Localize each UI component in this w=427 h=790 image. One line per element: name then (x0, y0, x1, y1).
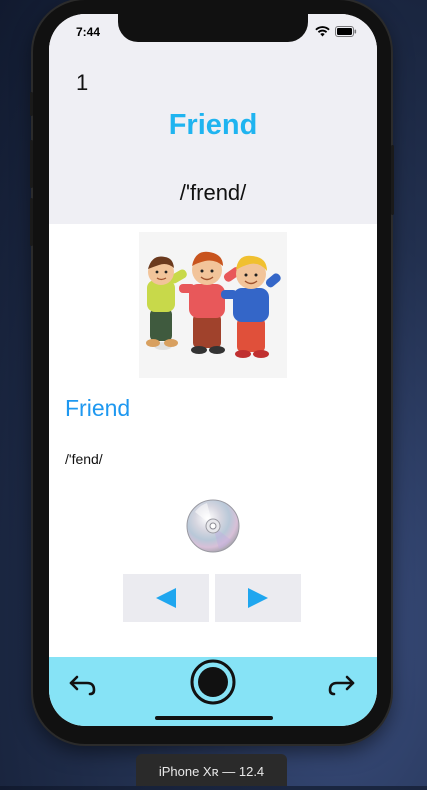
word-index: 1 (76, 70, 89, 95)
battery-icon (335, 26, 357, 37)
header-phonetic: /'frend/ (179, 180, 247, 205)
word-label: Friend (65, 395, 131, 421)
status-icons (315, 26, 357, 37)
friends-illustration (139, 232, 287, 378)
power-button (391, 145, 394, 215)
previous-button[interactable] (123, 574, 209, 622)
redo-arrow-icon[interactable] (327, 671, 359, 697)
undo-arrow-icon[interactable] (65, 671, 97, 697)
home-indicator[interactable] (155, 716, 273, 720)
three-kids-image (146, 251, 281, 358)
triangle-right-icon (248, 588, 268, 608)
record-icon[interactable] (189, 658, 237, 706)
app-screen: 1 Friend /'frend/ 7:44 Friend /'fend/ (49, 14, 377, 726)
volume-up-button (30, 140, 33, 188)
simulator-device-label: iPhone Xʀ — 12.4 (136, 754, 287, 786)
wifi-icon (315, 26, 330, 37)
word-phonetic: /'fend/ (65, 451, 103, 467)
word-title: Friend (168, 109, 258, 141)
cd-disc-icon[interactable] (185, 498, 241, 554)
status-time: 7:44 (76, 25, 101, 39)
notch (118, 14, 308, 42)
next-button[interactable] (215, 574, 301, 622)
volume-down-button (30, 198, 33, 246)
triangle-left-icon (156, 588, 176, 608)
mute-switch (30, 92, 33, 116)
